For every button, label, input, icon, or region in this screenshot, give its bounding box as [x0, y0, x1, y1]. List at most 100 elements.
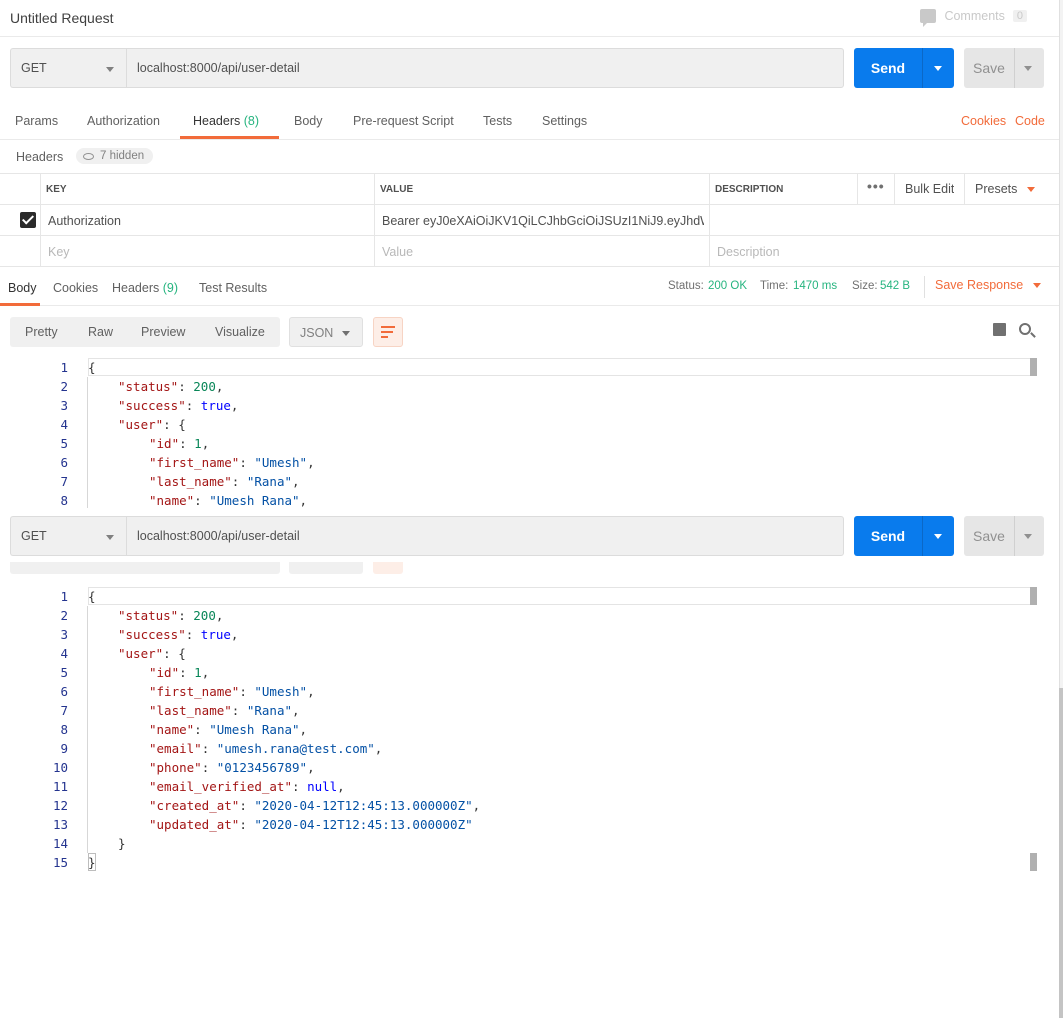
code-line: "created_at": "2020-04-12T12:45:13.00000… — [149, 798, 481, 813]
editor-scrollbar-top[interactable] — [1030, 587, 1037, 605]
line-number: 7 — [60, 474, 68, 489]
hidden-headers-toggle[interactable]: 7 hidden — [76, 148, 154, 164]
save-divider — [1014, 516, 1015, 556]
send-dropdown-icon[interactable] — [934, 534, 942, 539]
view-pretty[interactable]: Pretty — [25, 325, 58, 339]
send-button[interactable]: Send — [854, 48, 954, 88]
tab-settings[interactable]: Settings — [542, 114, 587, 128]
wrap-button-partial — [373, 562, 403, 574]
send-dropdown-icon[interactable] — [934, 66, 942, 71]
window-scrollbar-thumb[interactable] — [1059, 688, 1063, 1018]
save-label: Save — [973, 528, 1005, 544]
method-label: GET — [21, 529, 47, 543]
column-value: VALUE — [380, 184, 414, 195]
code-line: "first_name": "Umesh", — [149, 455, 315, 470]
response-editor[interactable]: 1 2 3 4 5 6 7 8 9 10 11 12 13 14 15 { "s… — [0, 587, 1045, 872]
line-number: 13 — [52, 817, 68, 832]
view-visualize[interactable]: Visualize — [215, 325, 265, 339]
editor-scrollbar-bottom[interactable] — [1030, 853, 1037, 871]
wrap-lines-icon — [381, 326, 397, 338]
response-tab-body[interactable]: Body — [8, 281, 37, 295]
more-options-icon[interactable]: ••• — [867, 178, 885, 194]
line-number: 7 — [60, 703, 68, 718]
line-number: 6 — [60, 684, 68, 699]
code-link[interactable]: Code — [1015, 114, 1045, 128]
bulk-edit-link[interactable]: Bulk Edit — [905, 174, 954, 205]
response-tab-cookies[interactable]: Cookies — [53, 281, 98, 295]
table-row-new: Key Value Description — [0, 236, 1063, 267]
url-input[interactable]: localhost:8000/api/user-detail — [126, 516, 844, 556]
wrap-lines-button[interactable] — [373, 317, 403, 347]
editor-scrollbar[interactable] — [1030, 358, 1037, 376]
presets-label: Presets — [975, 182, 1018, 196]
code-line: "last_name": "Rana", — [149, 474, 300, 489]
tab-prerequest-script[interactable]: Pre-request Script — [353, 114, 454, 128]
format-select[interactable]: JSON — [289, 317, 363, 347]
code-line: "email_verified_at": null, — [149, 779, 345, 794]
save-dropdown-icon[interactable] — [1024, 534, 1032, 539]
response-editor-top[interactable]: 1 2 3 4 5 6 7 8 { "status": 200, "succes… — [0, 358, 1045, 508]
view-raw[interactable]: Raw — [88, 325, 113, 339]
tab-body[interactable]: Body — [294, 114, 323, 128]
new-description-input[interactable]: Description — [717, 236, 780, 267]
presets-dropdown[interactable]: Presets — [975, 174, 1035, 205]
tab-headers[interactable]: Headers (8) — [193, 114, 259, 128]
response-tab-test-results[interactable]: Test Results — [199, 281, 267, 295]
line-number: 10 — [52, 760, 68, 775]
line-number: 3 — [60, 627, 68, 642]
method-select[interactable]: GET — [10, 516, 126, 556]
save-button[interactable]: Save — [964, 48, 1044, 88]
tab-params[interactable]: Params — [15, 114, 58, 128]
line-number: 4 — [60, 646, 68, 661]
status-value: 200 OK — [708, 280, 747, 292]
copy-icon[interactable] — [993, 323, 1006, 336]
response-headers-label: Headers — [112, 281, 160, 295]
code-line: { — [88, 589, 96, 604]
send-divider — [922, 516, 923, 556]
save-button[interactable]: Save — [964, 516, 1044, 556]
status-divider — [924, 276, 925, 298]
column-description: DESCRIPTION — [715, 184, 784, 195]
search-icon[interactable] — [1019, 323, 1031, 335]
line-number: 9 — [60, 741, 68, 756]
code-line: "name": "Umesh Rana", — [149, 493, 308, 508]
save-dropdown-icon[interactable] — [1024, 66, 1032, 71]
send-button[interactable]: Send — [854, 516, 954, 556]
cookies-link[interactable]: Cookies — [961, 114, 1006, 128]
header-enabled-checkbox[interactable] — [20, 212, 36, 228]
line-number: 4 — [60, 417, 68, 432]
code-line: "user": { — [118, 417, 186, 432]
header-value-input[interactable]: Bearer eyJ0eXAiOiJKV1QiLCJhbGciOiJSUzI1N… — [382, 205, 704, 236]
presets-chevron-icon — [1026, 187, 1035, 193]
response-headers-count: (9) — [162, 281, 179, 295]
new-value-input[interactable]: Value — [382, 236, 413, 267]
tab-headers-count: (8) — [243, 114, 260, 128]
indent-guide — [87, 606, 88, 853]
response-tab-headers[interactable]: Headers (9) — [112, 281, 178, 295]
new-key-input[interactable]: Key — [48, 236, 70, 267]
tab-tests[interactable]: Tests — [483, 114, 512, 128]
method-select[interactable]: GET — [10, 48, 126, 88]
code-line: "status": 200, — [118, 608, 224, 623]
line-number: 6 — [60, 455, 68, 470]
comments-label: Comments — [944, 9, 1005, 23]
code-line: "id": 1, — [149, 665, 210, 680]
tab-authorization[interactable]: Authorization — [87, 114, 160, 128]
line-number: 15 — [52, 855, 68, 870]
request-title[interactable]: Untitled Request — [10, 10, 114, 26]
comments-button[interactable]: Comments 0 — [920, 9, 1027, 27]
code-line: "status": 200, — [118, 379, 224, 394]
url-input[interactable]: localhost:8000/api/user-detail — [126, 48, 844, 88]
comment-icon — [920, 9, 937, 27]
view-preview[interactable]: Preview — [141, 325, 185, 339]
status-label: Status: — [668, 280, 704, 292]
table-header-row: KEY VALUE DESCRIPTION ••• Bulk Edit Pres… — [0, 174, 1063, 205]
header-key-input[interactable]: Authorization — [48, 205, 121, 236]
headers-table: KEY VALUE DESCRIPTION ••• Bulk Edit Pres… — [0, 173, 1063, 267]
save-response-button[interactable]: Save Response — [935, 278, 1041, 292]
save-response-label: Save Response — [935, 278, 1024, 292]
line-number: 5 — [60, 665, 68, 680]
view-mode-group: Pretty Raw Preview Visualize — [10, 317, 280, 347]
window-scrollbar[interactable] — [1059, 0, 1063, 1018]
current-line-highlight — [88, 587, 1033, 605]
